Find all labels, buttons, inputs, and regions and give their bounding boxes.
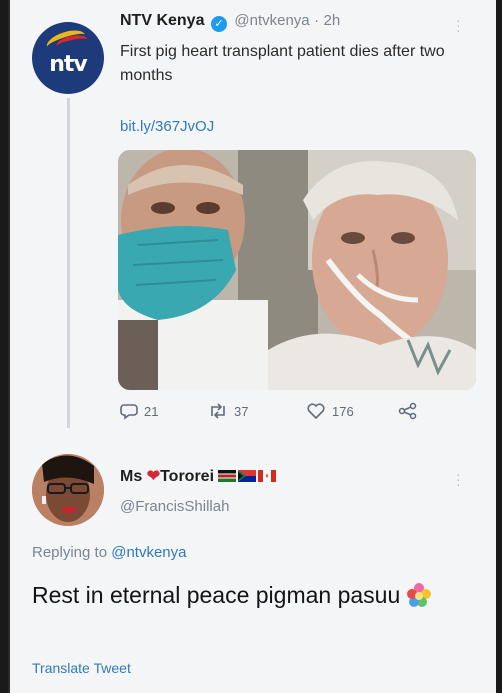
like-icon (307, 403, 325, 420)
reply-text: Rest in eternal peace pigman pasuu (32, 578, 472, 612)
retweet-action[interactable]: 37 (208, 402, 248, 420)
replying-to: Replying to @ntvkenya (32, 544, 186, 561)
tweet-text: First pig heart transplant patient dies … (120, 43, 445, 84)
replying-mention[interactable]: @ntvkenya (111, 544, 186, 561)
retweet-count: 37 (234, 403, 249, 419)
reply-avatar[interactable] (32, 454, 104, 526)
photo-illustration (118, 150, 476, 390)
tweet-header: NTV Kenya ✓ @ntvkenya · 2h (120, 12, 340, 32)
ntv-avatar[interactable]: ntv (32, 22, 104, 94)
author-handle[interactable]: @ntvkenya (234, 12, 309, 29)
reply-icon (120, 404, 138, 420)
like-action[interactable]: 176 (306, 402, 354, 420)
retweet-icon (211, 403, 225, 419)
reply-count: 21 (144, 403, 159, 419)
tweet-link[interactable]: bit.ly/367JvOJ (120, 118, 214, 135)
share-icon (398, 402, 417, 420)
ntv-logo-text: ntv (49, 52, 88, 77)
tweet-photo[interactable] (118, 150, 476, 390)
more-icon[interactable]: · · · (456, 13, 462, 37)
flag-icon (238, 470, 257, 482)
reply-author-name[interactable]: Ms ❤Tororei (120, 466, 278, 486)
tweet-time[interactable]: 2h (324, 12, 341, 29)
screenshot-card: ntv NTV Kenya ✓ @ntvkenya · 2h · · · First… (8, 0, 496, 693)
flower-emoji-icon (406, 583, 431, 607)
reply-action[interactable]: 21 (120, 402, 158, 420)
replying-label: Replying to (32, 544, 108, 561)
author-name[interactable]: NTV Kenya (120, 12, 204, 29)
heart-emoji-icon: ❤ (146, 468, 161, 485)
thread-line (67, 98, 70, 428)
reply-name-prefix: Ms (120, 468, 143, 485)
share-action[interactable] (398, 402, 424, 420)
more-icon[interactable]: · · · (456, 467, 462, 491)
like-count: 176 (332, 403, 354, 419)
reply-name-suffix: Tororei (160, 468, 215, 485)
reply-author-handle[interactable]: @FrancisShillah (120, 498, 229, 515)
flag-icon (218, 470, 237, 482)
reply-text-body: Rest in eternal peace pigman pasuu (32, 582, 401, 608)
avatar-portrait (32, 454, 104, 526)
flag-icon (258, 470, 277, 482)
verified-icon: ✓ (210, 16, 227, 32)
translate-tweet-link[interactable]: Translate Tweet (32, 660, 131, 676)
separator-dot: · (314, 12, 320, 29)
tweet-actions: 21 37 176 (118, 402, 438, 426)
